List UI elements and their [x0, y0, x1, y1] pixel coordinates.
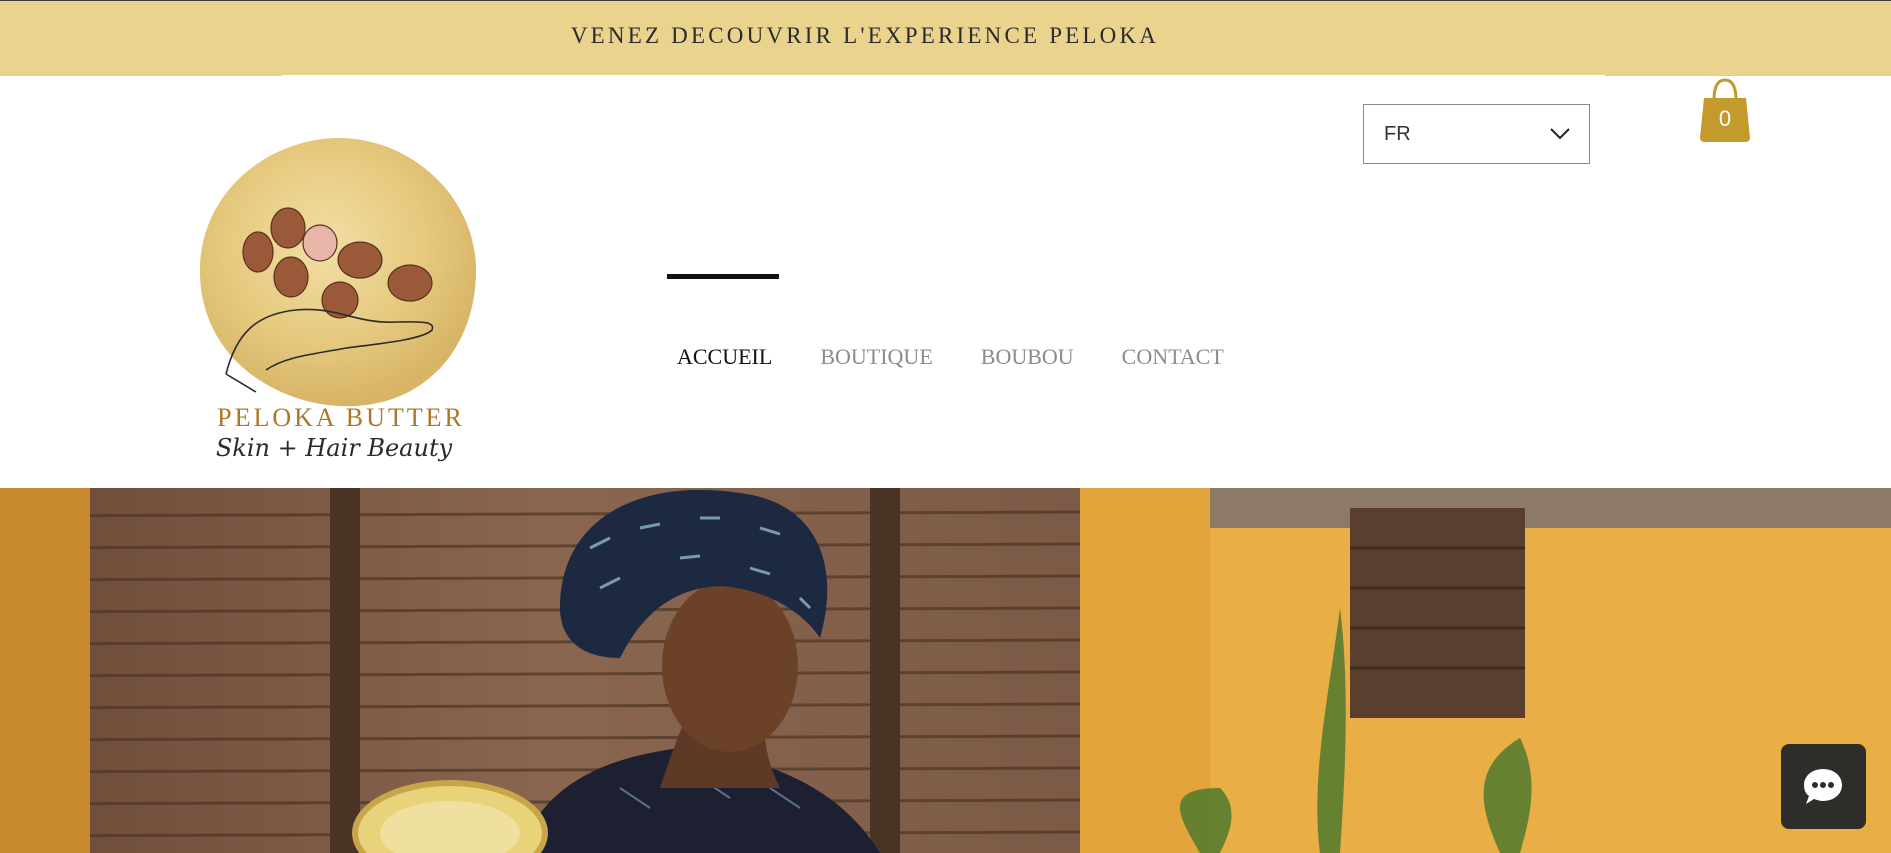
- logo-brand-text: PELOKA BUTTER: [217, 403, 465, 432]
- hero-image: [0, 488, 1891, 853]
- logo-tagline-text: Skin + Hair Beauty: [216, 434, 453, 462]
- logo-image: PELOKA BUTTER Skin + Hair Beauty: [199, 137, 477, 462]
- chat-widget-button[interactable]: [1781, 744, 1866, 829]
- site-logo[interactable]: PELOKA BUTTER Skin + Hair Beauty: [196, 134, 486, 474]
- nav-item-boubou[interactable]: BOUBOU: [981, 344, 1074, 370]
- main-nav: ACCUEIL BOUTIQUE BOUBOU CONTACT: [677, 344, 1272, 370]
- nav-active-indicator: [667, 274, 779, 279]
- nav-item-contact[interactable]: CONTACT: [1122, 344, 1224, 370]
- announcement-text: VENEZ DECOUVRIR L'EXPERIENCE PELOKA: [570, 23, 1160, 48]
- cart-count: 0: [1718, 106, 1732, 131]
- chat-bubble-icon: [1804, 769, 1842, 804]
- nav-item-boutique[interactable]: BOUTIQUE: [820, 344, 932, 370]
- language-select[interactable]: FR: [1363, 104, 1590, 164]
- chevron-down-icon: [1550, 128, 1570, 140]
- language-value: FR: [1384, 123, 1411, 145]
- nav-item-accueil[interactable]: ACCUEIL: [677, 344, 772, 370]
- announcement-bar: VENEZ DECOUVRIR L'EXPERIENCE PELOKA: [0, 0, 1891, 75]
- cart-button[interactable]: 0: [1698, 78, 1752, 142]
